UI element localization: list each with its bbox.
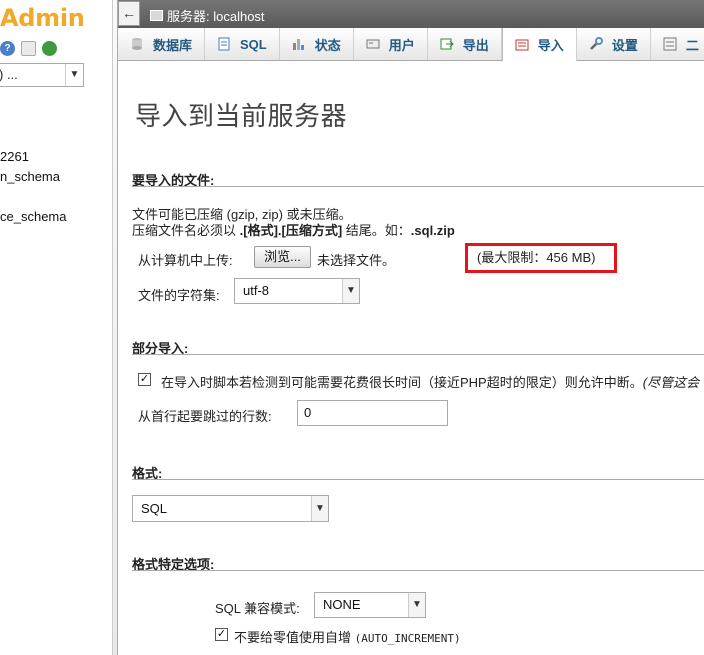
- tab-users[interactable]: 用户: [354, 28, 428, 60]
- reload-icon[interactable]: [42, 41, 57, 56]
- section-divider: [132, 570, 704, 571]
- compat-mode-value: NONE: [323, 597, 361, 612]
- format-select-value: SQL: [141, 501, 168, 516]
- chevron-down-icon: ▼: [342, 279, 359, 303]
- navigation-panel: Admin ? ) ... ▼ 2261 n_schema ce_schema: [0, 0, 112, 655]
- allow-interrupt-checkbox[interactable]: ✓: [138, 373, 151, 386]
- tab-import[interactable]: 导入: [501, 28, 577, 61]
- tab-label: 状态: [314, 37, 341, 53]
- tab-status[interactable]: 状态: [280, 28, 354, 60]
- tab-databases[interactable]: 数据库: [118, 28, 206, 60]
- no-auto-value-on-zero-label: 不要给零值使用自增 (AUTO_INCREMENT): [234, 627, 461, 646]
- database-select[interactable]: ) ... ▼: [0, 63, 84, 87]
- filename-example: .sql.zip: [410, 223, 455, 238]
- tab-binlog[interactable]: 二: [651, 28, 704, 60]
- server-breadcrumb[interactable]: 服务器: localhost: [150, 6, 265, 25]
- filename-note: 压缩文件名必须以 .[格式].[压缩方式] 结尾。如：.sql.zip: [132, 220, 455, 239]
- help-icon[interactable]: ?: [0, 41, 15, 56]
- compat-mode-select[interactable]: NONE ▼: [314, 592, 426, 618]
- section-divider: [132, 186, 704, 187]
- skip-rows-input[interactable]: 0: [297, 400, 448, 426]
- nav-db-item[interactable]: 2261: [0, 149, 29, 164]
- sql-icon: [218, 37, 230, 51]
- auto-inc-code: (AUTO_INCREMENT): [354, 632, 461, 645]
- database-icon: [132, 38, 142, 50]
- chevron-down-icon: ▼: [311, 496, 328, 521]
- tab-label: 导出: [462, 37, 489, 53]
- back-arrow-button[interactable]: ←: [118, 1, 140, 26]
- import-page: 导入到当前服务器 要导入的文件: 文件可能已压缩 (gzip, zip) 或未压…: [118, 62, 704, 655]
- charset-label: 文件的字符集:: [138, 288, 220, 303]
- skip-rows-label: 从首行起要跳过的行数:: [138, 409, 272, 424]
- tab-label: 导入: [537, 38, 564, 53]
- section-divider: [132, 354, 704, 355]
- allow-interrupt-label: 在导入时脚本若检测到可能需要花费很长时间（接近PHP超时的限定）则允许中断。(尽…: [161, 372, 699, 391]
- no-file-selected: 未选择文件。: [317, 253, 396, 268]
- filename-note-prefix: 压缩文件名必须以: [132, 223, 240, 238]
- browse-button[interactable]: 浏览...: [254, 246, 311, 268]
- format-select[interactable]: SQL ▼: [132, 495, 329, 522]
- tab-label: 设置: [611, 37, 638, 53]
- section-divider: [132, 479, 704, 480]
- server-icon: [150, 10, 163, 21]
- binlog-icon: [663, 37, 677, 51]
- users-icon: [366, 39, 380, 49]
- tab-label: 用户: [388, 37, 415, 53]
- filename-note-mid: 结尾。如：: [342, 223, 411, 238]
- chevron-down-icon: ▼: [408, 593, 425, 617]
- auto-inc-text: 不要给零值使用自增: [234, 630, 352, 645]
- tab-label: 二: [685, 37, 699, 53]
- chevron-down-icon: ▼: [65, 64, 83, 86]
- compat-mode-label: SQL 兼容模式:: [215, 601, 300, 616]
- nav-db-item[interactable]: n_schema: [0, 169, 60, 184]
- upload-label: 从计算机中上传:: [138, 253, 233, 268]
- charset-select-value: utf-8: [243, 283, 270, 298]
- no-auto-value-on-zero-checkbox[interactable]: ✓: [215, 628, 228, 641]
- nav-icon-row: ?: [0, 41, 57, 56]
- tab-label: SQL: [240, 36, 267, 52]
- phpmyadmin-logo[interactable]: Admin: [0, 4, 85, 32]
- import-icon: [515, 39, 529, 50]
- filename-format-pattern: .[格式].[压缩方式]: [239, 223, 343, 238]
- server-label: 服务器: localhost: [167, 9, 265, 24]
- main-tab-bar: 数据库 SQL 状态 用户 导出 导入 设置 二: [118, 28, 704, 61]
- status-icon: [292, 39, 304, 50]
- database-select-value: ) ...: [0, 67, 18, 82]
- charset-select[interactable]: utf-8 ▼: [234, 278, 360, 304]
- nav-db-item[interactable]: ce_schema: [0, 209, 66, 224]
- tab-sql[interactable]: SQL: [205, 28, 280, 60]
- max-upload-size: (最大限制：456 MB): [465, 243, 617, 273]
- documentation-icon[interactable]: [21, 41, 36, 56]
- tab-settings[interactable]: 设置: [577, 28, 651, 60]
- allow-interrupt-note: (尽管这会: [642, 375, 700, 390]
- page-title: 导入到当前服务器: [135, 102, 348, 132]
- tab-export[interactable]: 导出: [428, 28, 502, 60]
- settings-icon: [589, 37, 603, 50]
- tab-label: 数据库: [153, 37, 193, 53]
- server-breadcrumb-bar: ← 服务器: localhost: [118, 0, 704, 28]
- allow-interrupt-text: 在导入时脚本若检测到可能需要花费很长时间（接近PHP超时的限定）则允许中断。: [161, 375, 643, 390]
- export-icon: [440, 38, 454, 50]
